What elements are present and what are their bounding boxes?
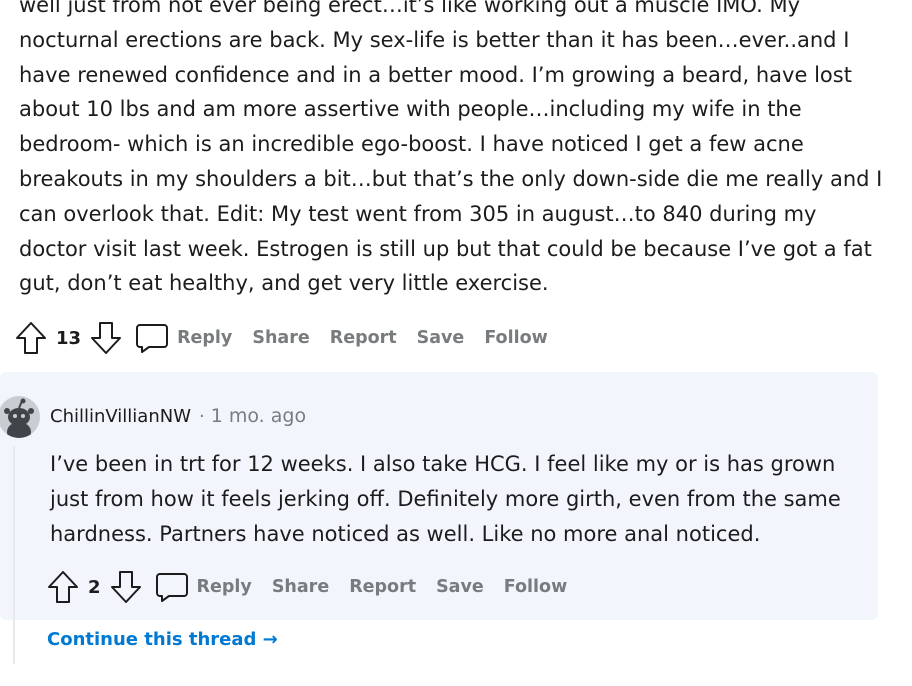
parent-action-bar: 13 Reply Share Report Save Follow: [14, 318, 568, 358]
report-button[interactable]: Report: [349, 577, 416, 597]
save-button[interactable]: Save: [417, 328, 465, 348]
reply-button[interactable]: Reply: [197, 577, 252, 597]
follow-button[interactable]: Follow: [504, 577, 567, 597]
reply-button[interactable]: Reply: [177, 328, 232, 348]
follow-button[interactable]: Follow: [484, 328, 547, 348]
downvote-icon[interactable]: [109, 569, 143, 605]
comment-meta: ChillinVillianNW · 1 mo. ago: [50, 405, 306, 427]
meta-separator: ·: [199, 405, 205, 427]
timestamp[interactable]: 1 mo. ago: [211, 405, 306, 427]
comment-icon[interactable]: [155, 570, 191, 604]
snoo-avatar-icon: [0, 396, 40, 438]
comment-icon[interactable]: [135, 321, 171, 355]
parent-score: 13: [56, 327, 82, 349]
downvote-icon[interactable]: [89, 320, 123, 356]
child-score: 2: [88, 576, 101, 598]
user-avatar[interactable]: [0, 396, 40, 438]
report-button[interactable]: Report: [330, 328, 397, 348]
thread-line[interactable]: [13, 446, 15, 664]
share-button[interactable]: Share: [272, 577, 329, 597]
parent-comment-text: well just from not ever being erect…it’s…: [19, 0, 883, 296]
child-comment-text: I’ve been in trt for 12 weeks. I also ta…: [50, 452, 841, 546]
upvote-icon[interactable]: [14, 320, 48, 356]
save-button[interactable]: Save: [436, 577, 484, 597]
upvote-icon[interactable]: [46, 569, 80, 605]
share-button[interactable]: Share: [252, 328, 309, 348]
child-action-bar: 2 Reply Share Report Save Follow: [46, 567, 587, 607]
continue-thread-link[interactable]: Continue this thread →: [47, 629, 278, 650]
username-link[interactable]: ChillinVillianNW: [50, 406, 191, 427]
